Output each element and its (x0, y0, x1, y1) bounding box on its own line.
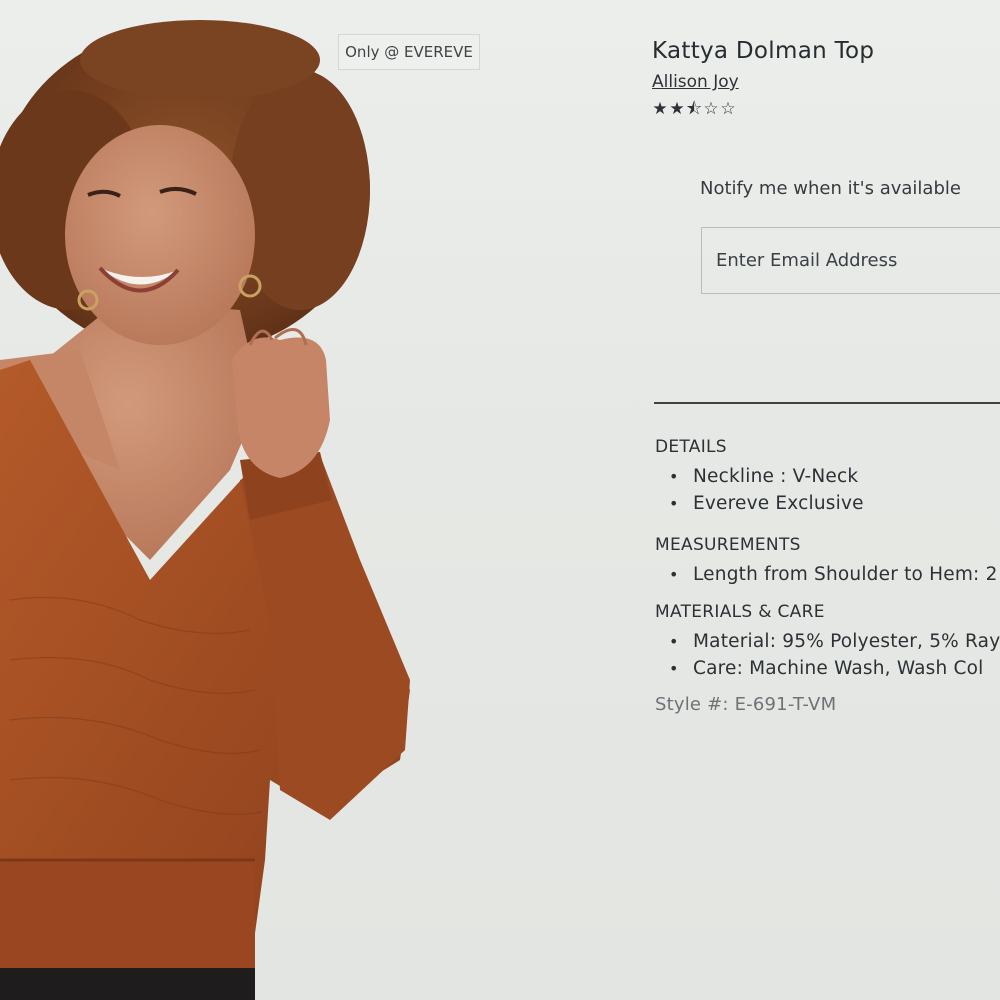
materials-section: MATERIALS & CARE Material: 95% Polyester… (655, 602, 1000, 682)
product-image[interactable] (0, 0, 500, 1000)
divider (654, 402, 1000, 404)
details-list: Neckline : V-Neck Evereve Exclusive (655, 463, 1000, 517)
notify-label: Notify me when it's available (700, 178, 961, 199)
product-page: Only @ EVEREVE Kattya Dolman Top Allison… (0, 0, 1000, 1000)
email-field[interactable] (701, 227, 1000, 294)
star-full-icon: ★ (652, 99, 669, 119)
star-full-icon: ★ (669, 99, 686, 119)
materials-list: Material: 95% Polyester, 5% Ray Care: Ma… (655, 628, 1000, 682)
star-empty-icon: ☆ (720, 99, 737, 119)
style-number: Style #: E-691-T-VM (655, 694, 837, 715)
star-half-icon: ⯪ (686, 99, 704, 119)
details-section: DETAILS Neckline : V-Neck Evereve Exclus… (655, 437, 1000, 517)
product-info: Kattya Dolman Top Allison Joy ★★⯪☆☆ (652, 38, 1000, 125)
measurements-list: Length from Shoulder to Hem: 2 (655, 561, 1000, 588)
list-item: Care: Machine Wash, Wash Col (655, 655, 1000, 682)
materials-heading: MATERIALS & CARE (655, 602, 825, 622)
details-heading: DETAILS (655, 437, 727, 457)
list-item: Length from Shoulder to Hem: 2 (655, 561, 1000, 588)
product-details: DETAILS Neckline : V-Neck Evereve Exclus… (655, 437, 1000, 715)
exclusive-badge: Only @ EVEREVE (338, 34, 480, 70)
star-empty-icon: ☆ (703, 99, 720, 119)
measurements-heading: MEASUREMENTS (655, 535, 801, 555)
brand-link[interactable]: Allison Joy (652, 72, 739, 92)
rating-stars[interactable]: ★★⯪☆☆ (652, 96, 1000, 125)
model-photo (0, 20, 410, 1000)
list-item: Evereve Exclusive (655, 490, 1000, 517)
measurements-section: MEASUREMENTS Length from Shoulder to Hem… (655, 535, 1000, 588)
product-title: Kattya Dolman Top (652, 38, 875, 64)
list-item: Neckline : V-Neck (655, 463, 1000, 490)
list-item: Material: 95% Polyester, 5% Ray (655, 628, 1000, 655)
